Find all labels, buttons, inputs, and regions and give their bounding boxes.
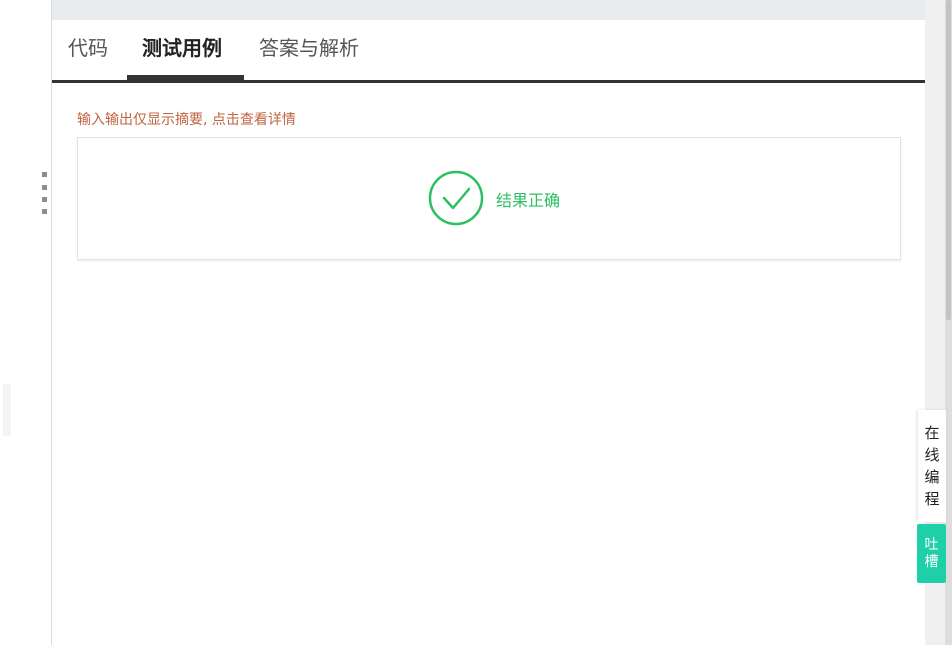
- active-tab-indicator: [127, 75, 244, 80]
- test-case-panel: 代码 测试用例 答案与解析 输入输出仅显示摘要, 点击查看详情 结果正确: [52, 0, 925, 645]
- panel-top-band: [52, 0, 925, 20]
- feedback-button[interactable]: 吐 槽: [917, 524, 946, 583]
- handle-dot: [42, 185, 47, 190]
- feedback-char: 吐: [924, 536, 939, 553]
- result-status-text: 结果正确: [496, 191, 561, 210]
- left-gutter: [0, 0, 51, 645]
- tab-answer-analysis[interactable]: 答案与解析: [259, 20, 359, 77]
- online-coding-char: 程: [924, 490, 940, 508]
- tab-bar: 代码 测试用例 答案与解析: [52, 20, 925, 83]
- handle-dot: [42, 172, 47, 177]
- handle-dot: [42, 209, 47, 214]
- side-collapse-tab[interactable]: [3, 384, 11, 436]
- summary-hint-link[interactable]: 输入输出仅显示摘要, 点击查看详情: [77, 109, 296, 129]
- tab-code[interactable]: 代码: [68, 20, 108, 77]
- result-card[interactable]: 结果正确: [77, 137, 901, 260]
- check-circle-icon: [428, 170, 484, 226]
- online-coding-char: 在: [924, 424, 940, 442]
- resize-handle-icon[interactable]: [42, 172, 48, 218]
- online-coding-char: 线: [924, 446, 940, 464]
- online-coding-char: 编: [924, 468, 940, 486]
- feedback-char: 槽: [924, 553, 939, 570]
- scrollbar-thumb[interactable]: [946, 0, 951, 320]
- online-coding-button[interactable]: 在 线 编 程: [918, 410, 946, 522]
- tab-test-cases[interactable]: 测试用例: [142, 20, 222, 77]
- handle-dot: [42, 197, 47, 202]
